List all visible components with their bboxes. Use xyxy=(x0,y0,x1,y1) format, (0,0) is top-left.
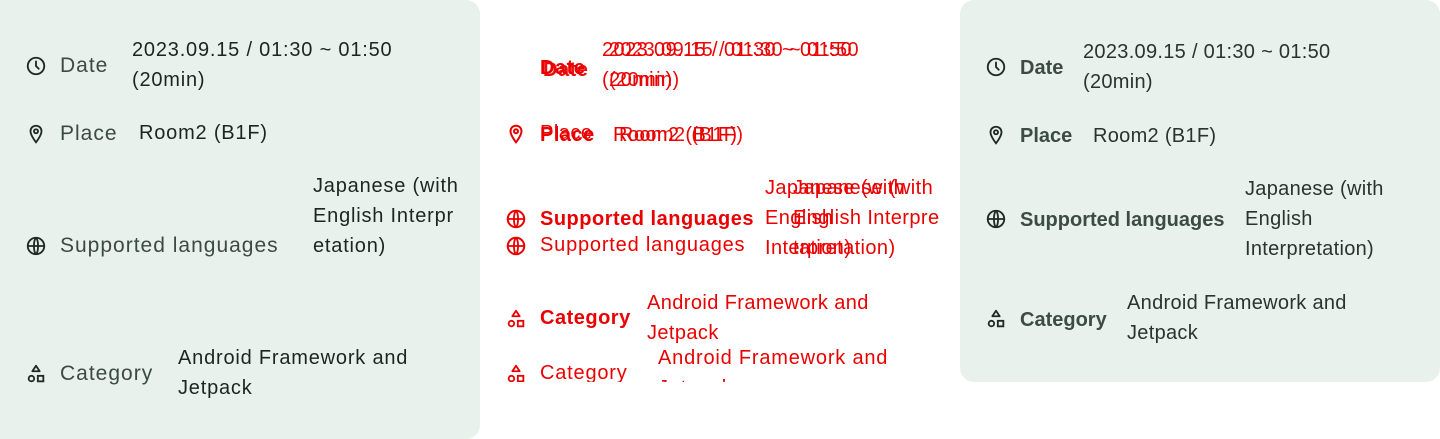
clock-icon xyxy=(25,55,47,77)
category-label: Category xyxy=(1020,309,1107,331)
languages-label: Supported languages xyxy=(1020,209,1225,231)
category-value-overlay-b: Android Framework and Jetpack xyxy=(658,347,889,382)
languages-label: Supported languages xyxy=(60,234,279,257)
shapes-icon xyxy=(25,363,47,385)
languages-value-overlay-b: Japanese (with English Interpretation) xyxy=(793,177,940,259)
category-value: Android Framework and Jetpack xyxy=(1127,292,1347,344)
date-value: 2023.09.15 / 01:30 ~ 01:50 (20min) xyxy=(1083,41,1331,93)
place-value: Room2 (B1F) xyxy=(1093,125,1217,147)
category-label: Category xyxy=(60,362,154,385)
globe-icon xyxy=(25,235,47,257)
globe-icon xyxy=(985,208,1007,230)
location-pin-icon xyxy=(985,124,1007,146)
clock-icon xyxy=(985,56,1007,78)
globe-icon-overlay-a xyxy=(505,208,527,230)
date-value: 2023.09.15 / 01:30 ~ 01:50 (20min) xyxy=(132,39,393,91)
place-value-overlay-b: Room2 (B1F) xyxy=(619,124,744,146)
languages-value: Japanese (with English Interpretation) xyxy=(1245,178,1384,260)
shapes-icon-overlay-a xyxy=(505,308,527,330)
place-value: Room2 (B1F) xyxy=(139,122,268,144)
shapes-icon xyxy=(985,308,1007,330)
category-label-overlay-a: Category xyxy=(540,307,631,329)
date-label: Date xyxy=(60,54,109,77)
place-label: Place xyxy=(60,122,118,145)
location-pin-icon-overlay xyxy=(505,123,527,145)
languages-value: Japanese (with English Interpretation) xyxy=(313,175,459,257)
session-info-card-right: Date 2023.09.15 / 01:30 ~ 01:50 (20min) … xyxy=(960,0,1440,439)
session-info-card-left: Date 2023.09.15 / 01:30 ~ 01:50 (20min) … xyxy=(0,0,480,439)
session-info-debug-overlay: Date Date 2023.09.15 / 01:30 ~ 01:50 (20… xyxy=(480,0,960,439)
date-value-overlay-b: 2023.09.15 / 01:30 ~ 01:50 (20min) xyxy=(609,39,860,91)
category-label-overlay-b: Category xyxy=(540,362,628,382)
shapes-icon-overlay-b xyxy=(505,363,527,382)
category-value-overlay-a: Android Framework and Jetpack xyxy=(647,292,869,344)
date-label-overlay-b: Date xyxy=(543,59,589,81)
debug-overlay-clip: Date Date 2023.09.15 / 01:30 ~ 01:50 (20… xyxy=(480,0,960,382)
globe-icon-overlay-b xyxy=(505,235,527,257)
place-label: Place xyxy=(1020,125,1073,147)
place-label-overlay-b: Place xyxy=(540,122,593,144)
date-label: Date xyxy=(1020,57,1064,79)
languages-label-overlay-b: Supported languages xyxy=(540,234,746,256)
location-pin-icon xyxy=(25,123,47,145)
category-value: Android Framework and Jetpack xyxy=(178,347,409,399)
languages-label-overlay-a: Supported languages xyxy=(540,208,754,230)
